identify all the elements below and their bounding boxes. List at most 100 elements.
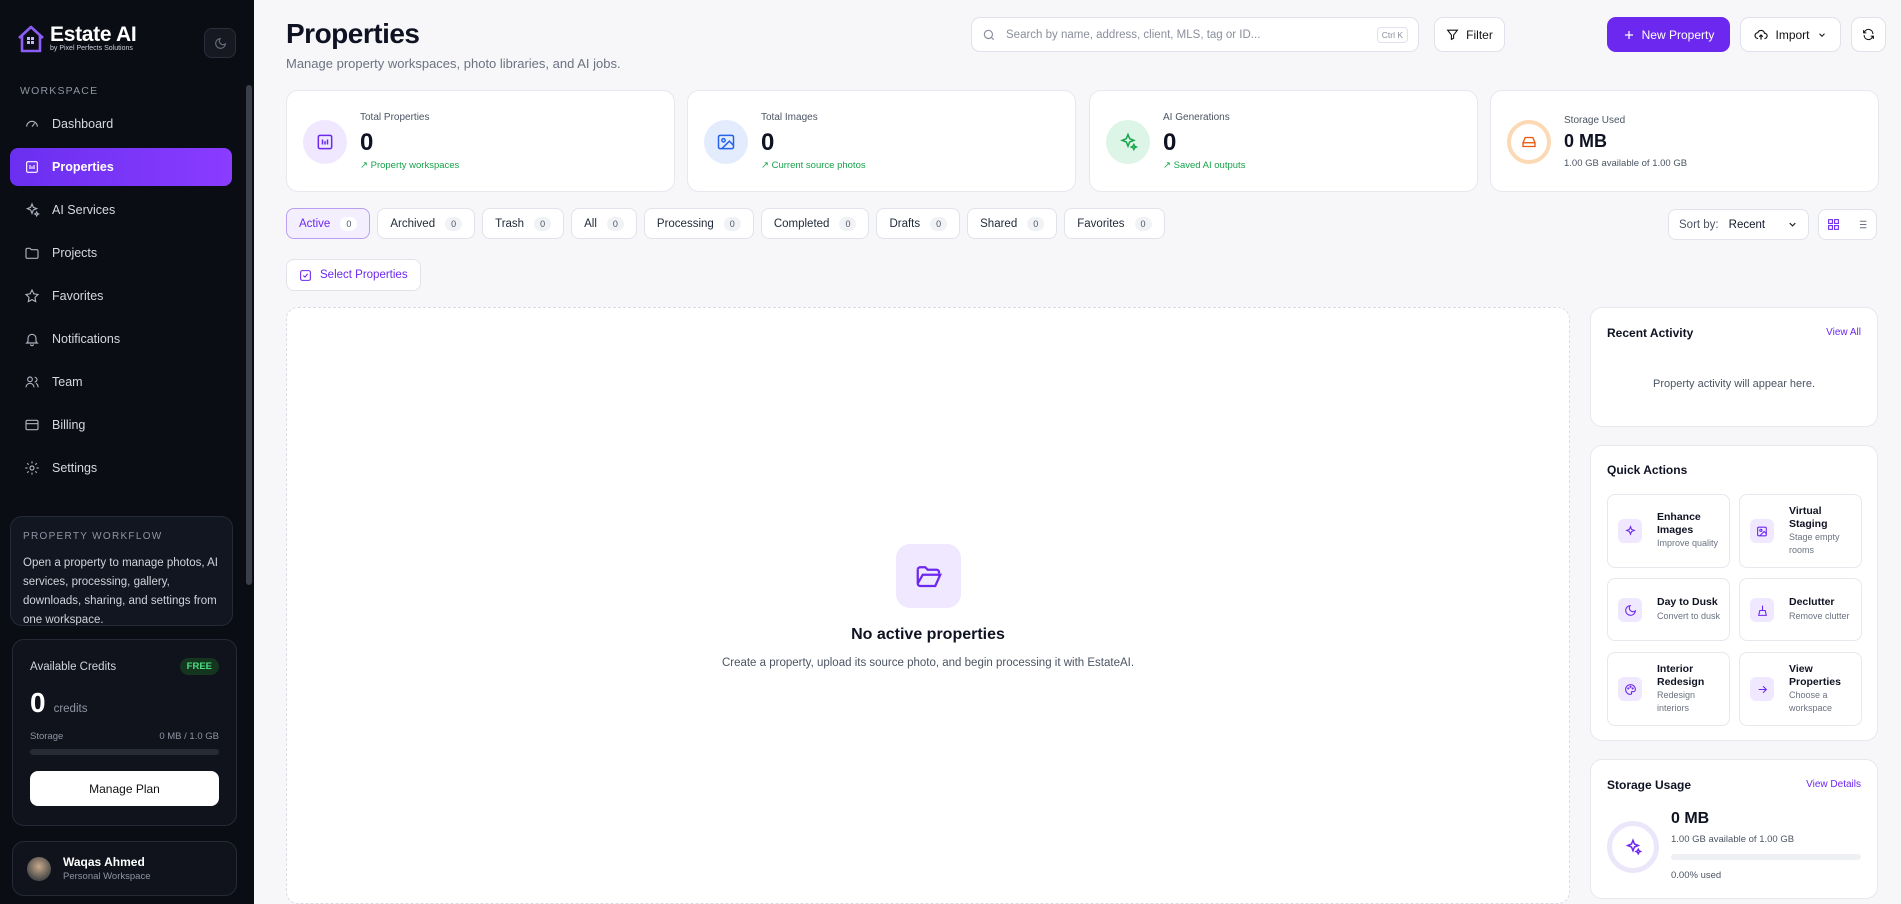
quick-action-declutter[interactable]: Declutter Remove clutter xyxy=(1739,578,1862,641)
hard-drive-icon xyxy=(1522,136,1536,148)
search-bar[interactable]: Ctrl K xyxy=(971,17,1419,52)
select-properties-button[interactable]: Select Properties xyxy=(286,259,421,291)
sort-value: Recent xyxy=(1728,218,1766,231)
refresh-icon xyxy=(1863,28,1874,41)
tab-favorites[interactable]: Favorites 0 xyxy=(1064,208,1165,239)
tab-count: 0 xyxy=(839,216,857,231)
sidebar-item-billing[interactable]: Billing xyxy=(10,406,232,444)
sidebar-item-team[interactable]: Team xyxy=(10,363,232,401)
bell-icon xyxy=(25,333,39,347)
filter-button[interactable]: Filter xyxy=(1434,17,1505,52)
tab-completed[interactable]: Completed 0 xyxy=(760,208,870,239)
quick-action-virtual-staging[interactable]: Virtual Staging Stage empty rooms xyxy=(1739,494,1862,568)
chevron-down-icon xyxy=(1818,32,1825,37)
storage-usage-title: Storage Usage xyxy=(1607,778,1692,792)
quick-actions-panel: Quick Actions Enhance Images Improve qual… xyxy=(1590,445,1878,741)
user-card[interactable]: Waqas Ahmed Personal Workspace xyxy=(12,841,237,896)
sidebar-item-dashboard[interactable]: Dashboard xyxy=(10,105,232,143)
quick-action-view-properties[interactable]: View Properties Choose a workspace xyxy=(1739,652,1862,726)
filter-icon xyxy=(1446,29,1459,41)
house-logo-icon xyxy=(18,25,44,53)
page-title: Properties xyxy=(286,18,420,49)
upload-cloud-icon xyxy=(1754,29,1769,40)
image-plus-icon xyxy=(1756,526,1767,536)
tab-processing[interactable]: Processing 0 xyxy=(643,208,754,239)
tab-label: Drafts xyxy=(889,217,921,230)
quick-action-subtitle: Redesign interiors xyxy=(1657,690,1696,713)
storage-usage-used: 0.00% used xyxy=(1671,870,1722,881)
storage-value: 0 MB / 1.0 GB xyxy=(159,731,219,742)
tab-count: 0 xyxy=(723,216,741,231)
stat-label: Total Properties xyxy=(360,112,430,123)
tab-count: 0 xyxy=(1134,216,1152,231)
credits-card: Available Credits FREE 0 credits Storage… xyxy=(12,639,237,826)
grid-view-icon[interactable] xyxy=(1827,218,1840,231)
stat-note: 1.00 GB available of 1.00 GB xyxy=(1564,158,1688,169)
tab-count: 0 xyxy=(606,216,624,231)
view-details-link[interactable]: View Details xyxy=(1806,779,1861,790)
stat-note: Current source photos xyxy=(771,160,866,171)
sidebar-item-favorites[interactable]: Favorites xyxy=(10,277,232,315)
search-input[interactable] xyxy=(1006,28,1367,41)
sidebar-item-projects[interactable]: Projects xyxy=(10,234,232,272)
empty-title: No active properties xyxy=(851,626,1005,643)
new-property-button[interactable]: New Property xyxy=(1607,17,1730,52)
quick-actions-title: Quick Actions xyxy=(1607,463,1688,477)
trend-up-icon: ↗ xyxy=(1163,160,1171,171)
tab-trash[interactable]: Trash 0 xyxy=(482,208,565,239)
manage-plan-button[interactable]: Manage Plan xyxy=(30,771,219,806)
status-tabs: Active 0 Archived 0 Trash 0 All 0 Processing… xyxy=(286,208,1165,239)
quick-action-subtitle: Remove clutter xyxy=(1789,610,1850,621)
stat-card-storage-used: Storage Used 0 MB 1.00 GB available of 1… xyxy=(1490,90,1879,192)
tab-shared[interactable]: Shared 0 xyxy=(967,208,1058,239)
quick-action-subtitle: Stage empty rooms xyxy=(1789,532,1840,555)
palette-icon xyxy=(1624,683,1636,695)
logo-title: Estate AI xyxy=(50,23,137,46)
gear-icon xyxy=(25,461,39,475)
tab-archived[interactable]: Archived 0 xyxy=(377,208,476,239)
tab-count: 0 xyxy=(930,216,948,231)
sidebar-item-properties[interactable]: Properties xyxy=(10,148,232,186)
import-button[interactable]: Import xyxy=(1740,17,1841,52)
tab-drafts[interactable]: Drafts 0 xyxy=(876,208,961,239)
theme-toggle-button[interactable] xyxy=(204,28,236,58)
plan-badge: FREE xyxy=(179,658,219,675)
tab-label: Trash xyxy=(495,217,525,230)
recent-activity-empty: Property activity will appear here. xyxy=(1652,378,1815,390)
sparkles-icon xyxy=(1120,132,1138,152)
quick-action-subtitle: Choose a workspace xyxy=(1789,690,1833,713)
tab-all[interactable]: All 0 xyxy=(571,208,637,239)
sidebar-item-ai-services[interactable]: AI Services xyxy=(10,191,232,229)
sort-select[interactable]: Sort by: Recent xyxy=(1668,209,1809,240)
moon-icon xyxy=(1624,604,1636,616)
quick-action-title: Day to Dusk xyxy=(1657,596,1718,608)
tab-label: Active xyxy=(299,217,331,230)
stat-label: Storage Used xyxy=(1564,115,1626,126)
sidebar-scrollbar[interactable] xyxy=(246,85,252,585)
arrow-right-icon xyxy=(1758,685,1767,693)
logo[interactable]: Estate AI by Pixel Perfects Solutions xyxy=(16,23,137,54)
stat-card-total-images: Total Images 0 ↗ Current source photos xyxy=(687,90,1076,192)
refresh-button[interactable] xyxy=(1851,17,1886,52)
plus-icon xyxy=(1624,30,1633,39)
broom-icon xyxy=(1757,605,1767,616)
quick-action-title: Declutter xyxy=(1789,596,1835,608)
sidebar-item-notifications[interactable]: Notifications xyxy=(10,320,232,358)
view-all-link[interactable]: View All xyxy=(1826,327,1861,338)
sidebar: Estate AI by Pixel Perfects Solutions WO… xyxy=(0,0,254,904)
quick-action-interior-redesign[interactable]: Interior Redesign Redesign interiors xyxy=(1607,652,1730,726)
list-view-icon[interactable] xyxy=(1855,218,1868,231)
sidebar-item-settings[interactable]: Settings xyxy=(10,449,232,487)
sidebar-item-label: Notifications xyxy=(52,332,121,346)
tab-active[interactable]: Active 0 xyxy=(286,208,371,239)
quick-action-enhance-images[interactable]: Enhance Images Improve quality xyxy=(1607,494,1730,568)
credit-card-icon xyxy=(25,419,39,431)
search-icon xyxy=(983,29,995,40)
recent-activity-title: Recent Activity xyxy=(1607,326,1694,340)
quick-action-title: Virtual Staging xyxy=(1789,505,1828,530)
trend-up-icon: ↗ xyxy=(761,160,769,171)
main-content: Properties Manage property workspaces, p… xyxy=(254,0,1901,904)
quick-action-day-to-dusk[interactable]: Day to Dusk Convert to dusk xyxy=(1607,578,1730,641)
stat-card-total-properties: Total Properties 0 ↗ Property workspaces xyxy=(286,90,675,192)
folder-icon xyxy=(25,247,39,259)
